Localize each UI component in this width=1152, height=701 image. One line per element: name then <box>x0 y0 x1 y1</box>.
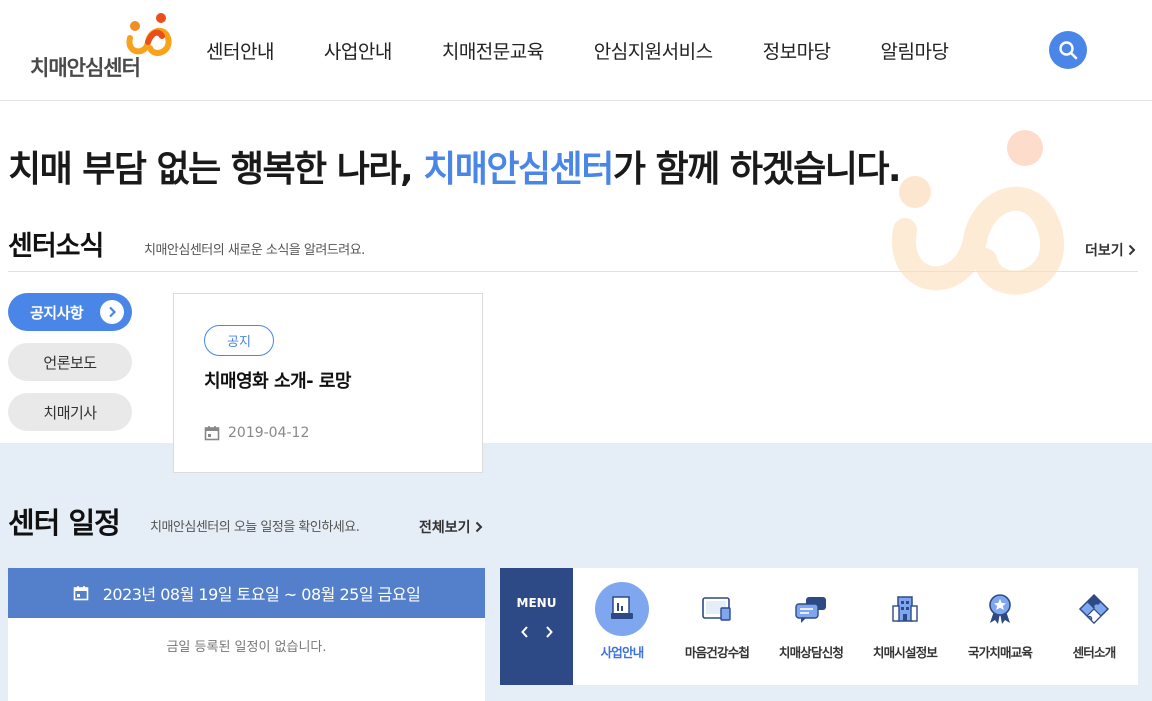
schedule-date-bar: 2023년 08월 19일 토요일 ~ 08월 25일 금요일 <box>8 568 485 618</box>
quick-item-consulting[interactable]: 치매상담신청 <box>765 568 857 685</box>
notebook-icon <box>702 597 731 621</box>
news-section-desc: 치매안심센터의 새로운 소식을 알려드려요. <box>144 243 365 258</box>
chevron-right-icon <box>475 521 482 533</box>
card-date-text: 2019-04-12 <box>228 425 310 441</box>
quick-item-label: 마음건강수첩 <box>684 645 750 660</box>
quick-menu: MENU 사업안내 마음건강수첩 치매상담신청 치매시설정보 국가치매교육 센터… <box>500 568 1138 685</box>
hero-title: 치매 부담 없는 행복한 나라, 치매안심센터가 함께 하겠습니다. <box>8 140 902 192</box>
hero-title-highlight: 치매안심센터 <box>423 149 614 190</box>
site-logo[interactable]: 치매안심센터 <box>30 12 190 82</box>
schedule-section-desc: 치매안심센터의 오늘 일정을 확인하세요. <box>150 520 360 535</box>
quick-item-label: 국가치매교육 <box>967 645 1033 660</box>
quick-menu-arrows <box>500 625 573 639</box>
search-icon <box>1059 41 1078 60</box>
news-card[interactable]: 공지 치매영화 소개- 로망 2019-04-12 <box>173 293 483 473</box>
chat-icon <box>795 597 826 623</box>
logo-text: 치매안심센터 <box>30 56 141 80</box>
chevron-right-icon <box>109 306 117 318</box>
quick-item-label: 치매시설정보 <box>872 645 938 660</box>
quick-item-label: 치매상담신청 <box>778 645 844 660</box>
building-icon <box>892 596 918 622</box>
calendar-icon <box>204 426 220 441</box>
schedule-body: 금일 등록된 일정이 없습니다. <box>8 618 485 701</box>
hero-decoration-icon <box>892 130 1064 295</box>
quick-item-icon-bg <box>1067 582 1121 636</box>
tab-press[interactable]: 언론보도 <box>8 343 132 381</box>
nav-education[interactable]: 치매전문교육 <box>442 37 544 64</box>
puzzle-icon <box>1078 593 1110 625</box>
tab-articles[interactable]: 치매기사 <box>8 393 132 431</box>
quick-item-center-intro[interactable]: 센터소개 <box>1048 568 1140 685</box>
nav-info[interactable]: 정보마당 <box>763 37 831 64</box>
main-nav: 센터안내 사업안내 치매전문교육 안심지원서비스 정보마당 알림마당 <box>206 0 998 100</box>
hero-title-pre: 치매 부담 없는 행복한 나라, <box>8 149 424 190</box>
card-date: 2019-04-12 <box>204 425 309 441</box>
tab-notice[interactable]: 공지사항 <box>8 293 132 331</box>
news-divider <box>8 271 1138 272</box>
tab-notice-label: 공지사항 <box>30 303 84 322</box>
quick-item-facility[interactable]: 치매시설정보 <box>859 568 951 685</box>
card-title: 치매영화 소개- 로망 <box>204 371 351 392</box>
chevron-left-icon <box>520 626 528 638</box>
schedule-more-link[interactable]: 전체보기 <box>419 517 483 537</box>
quick-item-icon-bg <box>784 582 838 636</box>
quick-item-icon-bg <box>878 582 932 636</box>
quick-menu-title: MENU <box>516 596 557 610</box>
calendar-icon <box>73 586 89 601</box>
schedule-more-label: 전체보기 <box>419 520 471 536</box>
schedule-date-range: 2023년 08월 19일 토요일 ~ 08월 25일 금요일 <box>102 585 421 604</box>
quick-item-business[interactable]: 사업안내 <box>576 568 668 685</box>
quick-item-icon-bg <box>690 582 744 636</box>
news-more-link[interactable]: 더보기 <box>1085 240 1136 260</box>
quick-item-mind-notebook[interactable]: 마음건강수첩 <box>671 568 763 685</box>
quick-menu-label: MENU <box>500 568 573 685</box>
document-icon <box>611 596 633 619</box>
search-button[interactable] <box>1049 31 1087 69</box>
news-section-title: 센터소식 <box>8 231 104 262</box>
nav-notice[interactable]: 알림마당 <box>881 37 949 64</box>
quick-item-education[interactable]: 국가치매교육 <box>954 568 1046 685</box>
card-badge: 공지 <box>204 325 274 356</box>
chevron-right-icon <box>1128 244 1136 256</box>
quick-item-icon-bg <box>973 582 1027 636</box>
news-more-label: 더보기 <box>1085 243 1124 259</box>
schedule-section-title: 센터 일정 <box>8 506 121 540</box>
site-header: 치매안심센터 센터안내 사업안내 치매전문교육 안심지원서비스 정보마당 알림마… <box>0 0 1152 101</box>
award-icon <box>989 594 1011 624</box>
quick-item-label: 센터소개 <box>1072 645 1117 660</box>
nav-support-service[interactable]: 안심지원서비스 <box>594 37 713 64</box>
quick-item-label: 사업안내 <box>600 645 645 660</box>
quick-item-icon-bg <box>595 582 649 636</box>
nav-center-info[interactable]: 센터안내 <box>206 37 274 64</box>
prev-button[interactable] <box>520 625 530 639</box>
next-button[interactable] <box>544 625 554 639</box>
nav-business-info[interactable]: 사업안내 <box>324 37 392 64</box>
tab-arrow <box>100 300 124 324</box>
hero-title-post: 가 함께 하겠습니다. <box>612 149 902 190</box>
chevron-right-icon <box>545 626 553 638</box>
schedule-empty-message: 금일 등록된 일정이 없습니다. <box>166 640 327 655</box>
